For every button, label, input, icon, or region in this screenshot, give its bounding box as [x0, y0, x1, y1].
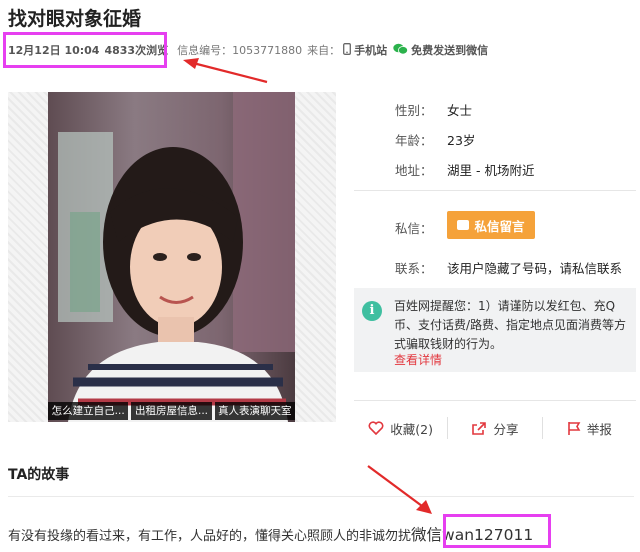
age-label: 年龄： [395, 133, 433, 148]
view-details-link[interactable]: 查看详情 [394, 351, 442, 368]
share-button[interactable]: 分享 [448, 419, 541, 438]
age-value: 23岁 [447, 133, 476, 148]
divider [354, 400, 636, 401]
phone-icon [343, 42, 352, 58]
report-label: 举报 [586, 421, 612, 437]
address-value: 湖里 - 机场附近 [447, 163, 535, 178]
info-icon: i [362, 301, 382, 321]
contact-row: 联系： 该用户隐藏了号码，请私信联系 [395, 258, 622, 277]
story-body: 有没有投缘的看过来，有工作，人品好的，懂得关心照顾人的非诚勿扰 [8, 529, 412, 544]
gender-value: 女士 [447, 103, 473, 118]
share-icon [472, 421, 487, 435]
gender-row: 性别： 女士 [395, 100, 472, 119]
annotation-arrow-top [183, 58, 268, 84]
send-to-wechat-link[interactable]: 免费发送到微信 [411, 42, 488, 58]
report-button[interactable]: 举报 [543, 419, 636, 438]
highlight-box-wechat [443, 514, 551, 548]
safety-notice-text: 百姓网提醒您：1）请谨防以发红包、充Q币、支付话费/路费、指定地点见面消费等方式… [394, 299, 627, 351]
source-label: 来自： [307, 44, 341, 57]
address-row: 地址： 湖里 - 机场附近 [395, 160, 534, 179]
contact-label: 联系： [395, 261, 433, 276]
photo-thumbnails: 怎么建立自己... 出租房屋信息... 真人表演聊天室 [48, 402, 295, 420]
private-message-button[interactable]: 私信留言 [447, 211, 535, 239]
favorite-label: 收藏(2) [390, 421, 434, 437]
annotation-arrow-bottom [367, 465, 432, 514]
wechat-icon [393, 43, 409, 58]
divider [8, 496, 634, 497]
gender-label: 性别： [395, 103, 433, 118]
age-row: 年龄： 23岁 [395, 130, 475, 149]
contact-value: 该用户隐藏了号码，请私信联系 [447, 261, 623, 276]
share-label: 分享 [493, 421, 519, 437]
message-label: 私信： [395, 221, 433, 236]
thumbnail-link[interactable]: 真人表演聊天室 [214, 402, 295, 420]
action-bar: 收藏(2) 分享 举报 [354, 414, 636, 442]
highlight-box-meta [3, 32, 167, 68]
portrait-image [48, 92, 295, 422]
private-message-label: 私信留言 [474, 218, 525, 234]
story-heading: TA的故事 [8, 467, 70, 483]
source-mobile-link[interactable]: 手机站 [354, 42, 387, 58]
flag-icon [568, 421, 581, 435]
profile-photo[interactable] [48, 92, 295, 422]
page-title: 找对眼对象征婚 [8, 8, 142, 30]
address-label: 地址： [395, 163, 433, 178]
message-row: 私信： [395, 218, 447, 237]
thumbnail-link[interactable]: 怎么建立自己... [48, 402, 129, 420]
thumbnail-link[interactable]: 出租房屋信息... [131, 402, 212, 420]
divider [354, 190, 636, 191]
favorite-button[interactable]: 收藏(2) [354, 419, 447, 438]
heart-icon [368, 421, 384, 435]
message-icon [457, 220, 470, 230]
